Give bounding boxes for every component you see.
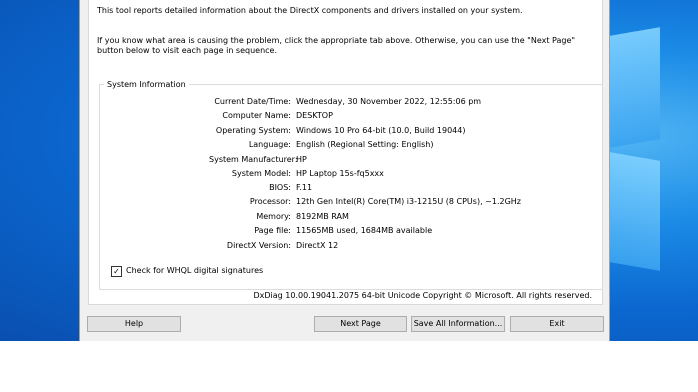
intro-text: This tool reports detailed information a… [97, 6, 523, 15]
row-value-page-file: 11565MB used, 1684MB available [296, 226, 433, 235]
row-label-directx-version: DirectX Version: [226, 241, 291, 250]
row-label-current-date-time: Current Date/Time: [214, 97, 291, 106]
row-label-bios: BIOS: [269, 183, 291, 192]
row-value-current-date-time: Wednesday, 30 November 2022, 12:55:06 pm [296, 97, 482, 106]
row-value-computer-name: DESKTOP [296, 111, 333, 120]
row-label-operating-system: Operating System: [215, 126, 291, 135]
row-value-system-model: HP Laptop 15s-fq5xxx [296, 169, 384, 178]
row-value-language: English (Regional Setting: English) [296, 140, 434, 149]
intro-instructions: If you know what area is causing the pro… [97, 36, 576, 55]
whql-checkbox[interactable]: ✓ [111, 266, 122, 277]
save-all-information-button[interactable]: Save All Information... [411, 316, 505, 332]
row-label-system-manufacturer: System Manufacturer: [209, 155, 298, 164]
copyright-text: DxDiag 10.00.19041.2075 64-bit Unicode C… [253, 291, 593, 300]
system-information-title: System Information [104, 80, 189, 89]
row-value-memory: 8192MB RAM [296, 212, 349, 221]
row-label-language: Language: [248, 140, 291, 149]
dxdiag-window: This tool reports detailed information a… [79, 0, 610, 341]
row-value-processor: 12th Gen Intel(R) Core(TM) i3-1215U (8 C… [296, 197, 521, 206]
row-value-bios: F.11 [296, 183, 313, 192]
next-page-button[interactable]: Next Page [314, 316, 407, 332]
row-value-system-manufacturer: HP [296, 155, 307, 164]
row-label-page-file: Page file: [254, 226, 291, 235]
row-label-computer-name: Computer Name: [222, 111, 291, 120]
row-label-system-model: System Model: [231, 169, 291, 178]
system-tab-panel: This tool reports detailed information a… [88, 0, 603, 305]
help-button[interactable]: Help [87, 316, 181, 332]
row-label-processor: Processor: [249, 197, 291, 206]
exit-button[interactable]: Exit [510, 316, 604, 332]
whql-checkbox-label[interactable]: Check for WHQL digital signatures [126, 266, 263, 276]
row-value-operating-system: Windows 10 Pro 64-bit (10.0, Build 19044… [296, 126, 466, 135]
row-value-directx-version: DirectX 12 [296, 241, 339, 250]
row-label-memory: Memory: [256, 212, 291, 221]
